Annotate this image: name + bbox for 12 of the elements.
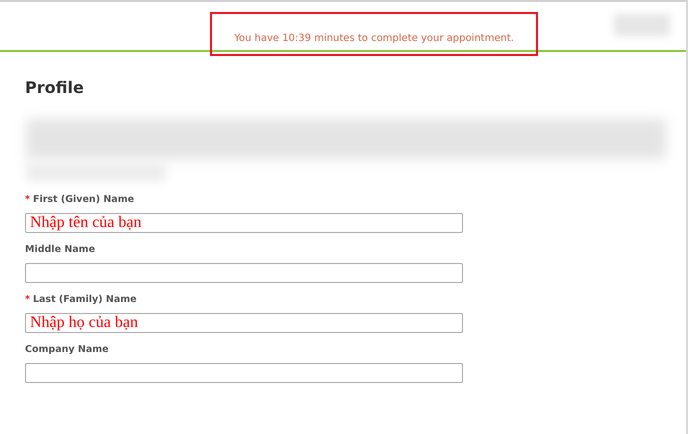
field-label: Middle Name [25, 244, 96, 255]
section-heading: Profile [25, 78, 85, 97]
required-marker: * [25, 194, 30, 205]
required-marker: * [25, 294, 30, 305]
input-field[interactable]: Nhập tên của bạn [25, 213, 463, 233]
input-field[interactable]: Nhập họ của bạn [25, 313, 463, 333]
field-label: Last (Family) Name [32, 294, 137, 305]
input-field[interactable] [25, 263, 463, 283]
timer-notice: You have 10:39 minutes to complete your appointment. [210, 12, 538, 56]
field-label: First (Given) Name [32, 194, 134, 205]
field-label: Company Name [25, 344, 109, 355]
input-field[interactable] [25, 363, 463, 383]
